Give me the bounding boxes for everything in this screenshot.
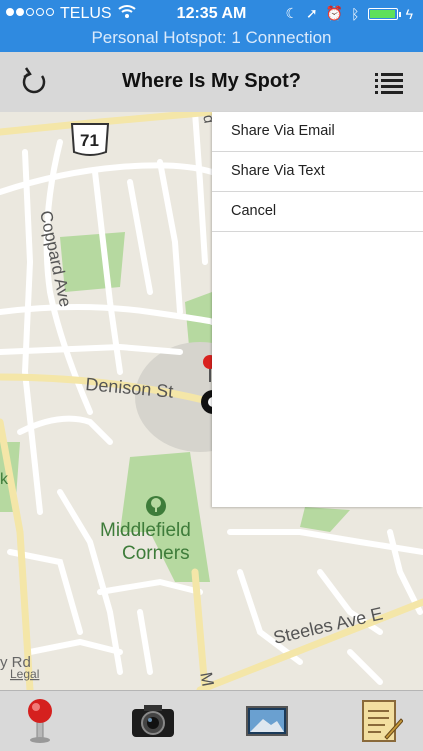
share-via-text-item[interactable]: Share Via Text xyxy=(212,152,423,192)
photo-gallery-icon[interactable] xyxy=(242,697,292,745)
area-label-middlefield: Middlefield xyxy=(100,520,191,541)
notes-icon[interactable] xyxy=(356,697,406,745)
share-via-email-item[interactable]: Share Via Email xyxy=(212,112,423,152)
street-label-fragment-k: k xyxy=(0,471,9,488)
route-number: 71 xyxy=(80,131,99,150)
list-menu-icon[interactable] xyxy=(373,66,405,98)
cancel-item[interactable]: Cancel xyxy=(212,192,423,232)
navigation-bar: Where Is My Spot? xyxy=(0,52,423,113)
share-menu: Share Via Email Share Via Text Cancel xyxy=(212,112,423,507)
location-arrow-icon: ➚ xyxy=(306,5,318,21)
charging-icon: ϟ xyxy=(405,5,413,22)
bottom-toolbar xyxy=(0,690,423,751)
bluetooth-icon: ᛒ xyxy=(351,5,360,22)
alarm-icon: ⏰ xyxy=(325,5,344,21)
park-area xyxy=(300,507,350,532)
park-icon xyxy=(146,496,166,516)
legal-link: Legal xyxy=(10,667,39,681)
hotspot-banner[interactable]: Personal Hotspot: 1 Connection xyxy=(0,28,423,48)
camera-icon[interactable] xyxy=(128,697,178,745)
page-title: Where Is My Spot? xyxy=(122,70,301,92)
pin-icon[interactable] xyxy=(15,697,65,745)
moon-icon: ☾ xyxy=(285,5,298,21)
battery-icon xyxy=(367,7,401,20)
status-bar: TELUS 12:35 AM ☾ ➚ ⏰ ᛒ ϟ Personal Hotspo… xyxy=(0,0,423,52)
area-label-corners: Corners xyxy=(122,543,190,564)
